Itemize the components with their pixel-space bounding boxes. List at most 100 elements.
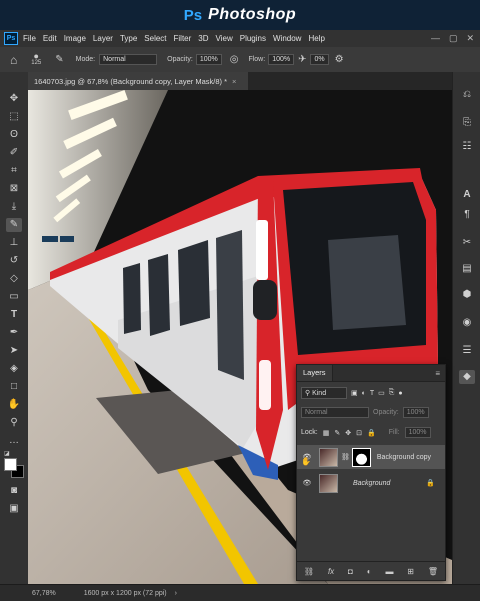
menu-3d[interactable]: 3D — [198, 34, 208, 43]
lock-transparent-icon[interactable]: ▦ — [323, 429, 330, 437]
delete-layer-trash-icon[interactable]: 🗑 — [428, 567, 438, 576]
more-tools-icon[interactable]: … — [6, 434, 22, 448]
character-panel-icon[interactable]: A — [459, 188, 475, 202]
settings-gear-icon[interactable]: ⚙ — [335, 54, 344, 65]
filter-adjustment-icon[interactable]: ◐ — [362, 390, 366, 397]
new-layer-icon[interactable]: ⊞ — [407, 567, 414, 576]
screen-mode-icon[interactable]: ▣ — [6, 502, 22, 516]
lock-artboard-icon[interactable]: ⊡ — [356, 429, 362, 437]
pressure-opacity-icon[interactable]: ◎ — [230, 54, 239, 65]
blend-mode-select[interactable]: Normal — [301, 407, 369, 418]
layer-row-background-copy[interactable]: 👁 ✋ ⛓ Background copy — [297, 445, 445, 469]
fx-icon[interactable]: fx — [328, 567, 334, 576]
move-tool-icon[interactable]: ✥ — [6, 92, 22, 106]
filter-smart-object-icon[interactable]: ⎘ — [389, 389, 395, 397]
status-arrow-icon[interactable]: › — [175, 590, 177, 597]
menu-plugins[interactable]: Plugins — [240, 34, 266, 43]
lock-label: Lock: — [301, 429, 318, 436]
layer-name: Background copy — [376, 453, 431, 461]
channels-panel-icon[interactable]: ◉ — [459, 316, 475, 330]
brush-cursor-icon: ✋ — [301, 457, 311, 466]
minimize-button[interactable]: — — [431, 33, 440, 44]
layer-lock-icon: 🔒 — [426, 480, 435, 487]
new-adjustment-icon[interactable]: ◐ — [367, 567, 372, 576]
gradient-tool-icon[interactable]: ▭ — [6, 290, 22, 304]
properties-panel-icon[interactable]: ☷ — [459, 140, 475, 154]
close-button[interactable]: ✕ — [466, 33, 474, 44]
smoothing-field[interactable]: 0% — [310, 54, 329, 65]
pen-tool-icon[interactable]: ✒ — [6, 326, 22, 340]
path-selection-tool-icon[interactable]: ➤ — [6, 344, 22, 358]
menu-select[interactable]: Select — [144, 34, 166, 43]
marquee-tool-icon[interactable]: ⬚ — [6, 110, 22, 124]
brush-tool-icon[interactable]: ✎ — [6, 218, 22, 232]
menu-type[interactable]: Type — [120, 34, 137, 43]
filter-shape-icon[interactable]: ▭ — [378, 389, 385, 397]
mode-select[interactable]: Normal — [99, 54, 158, 65]
menu-edit[interactable]: Edit — [43, 34, 57, 43]
foreground-color-swatch[interactable] — [4, 458, 17, 471]
zoom-tool-icon[interactable]: ⚲ — [6, 416, 22, 430]
history-brush-tool-icon[interactable]: ↺ — [6, 254, 22, 268]
document-tab[interactable]: 1640703.jpg @ 67,8% (Background copy, La… — [28, 72, 248, 90]
maximize-button[interactable]: ▢ — [449, 33, 458, 44]
libraries-panel-icon[interactable]: ☰ — [459, 344, 475, 358]
crop-tool-icon[interactable]: ⌗ — [6, 164, 22, 178]
lock-all-icon[interactable]: 🔒 — [367, 429, 376, 437]
brush-settings-icon[interactable]: ✎ — [55, 54, 63, 65]
panel-menu-icon[interactable]: ≡ — [435, 369, 440, 378]
swatches-panel-icon[interactable]: ▤ — [459, 262, 475, 276]
airbrush-icon[interactable]: ✈ — [298, 54, 306, 65]
mask-link-icon[interactable]: ⛓ — [341, 453, 350, 461]
document-tab-close-icon[interactable]: × — [232, 77, 236, 86]
link-layers-icon[interactable]: ⛓ — [304, 567, 314, 576]
clone-stamp-tool-icon[interactable]: ⊥ — [6, 236, 22, 250]
menu-filter[interactable]: Filter — [174, 34, 192, 43]
fill-field[interactable]: 100% — [404, 427, 431, 438]
lock-image-icon[interactable]: ✎ — [334, 429, 340, 437]
tools-preset-icon[interactable]: ✂ — [459, 236, 475, 250]
lock-position-icon[interactable]: ✥ — [345, 429, 351, 437]
rectangle-tool-icon[interactable]: □ — [6, 380, 22, 394]
layers-tab[interactable]: Layers — [297, 365, 333, 381]
visibility-eye-icon[interactable]: 👁 — [299, 479, 315, 487]
quick-select-tool-icon[interactable]: ✐ — [6, 146, 22, 160]
frame-tool-icon[interactable]: ⊠ — [6, 182, 22, 196]
lasso-tool-icon[interactable]: ʘ — [6, 128, 22, 142]
menu-image[interactable]: Image — [64, 34, 86, 43]
eraser-tool-icon[interactable]: ◇ — [6, 272, 22, 286]
layer-row-background[interactable]: 👁 Background 🔒 — [297, 471, 445, 495]
add-mask-icon[interactable]: ◘ — [348, 567, 353, 576]
type-tool-icon[interactable]: T — [6, 308, 22, 322]
zoom-level[interactable]: 67,78% — [32, 590, 56, 597]
app-logo-icon[interactable]: Ps — [4, 32, 18, 45]
layer-mask-thumbnail[interactable] — [351, 447, 371, 467]
layer-filter-row: ⚲ Kind ▣ ◐ T ▭ ⎘ ● — [301, 387, 403, 399]
filter-toggle-icon[interactable]: ● — [398, 390, 402, 397]
paint-bucket-tool-icon[interactable]: ◈ — [6, 362, 22, 376]
paragraph-panel-icon[interactable]: ¶ — [459, 208, 475, 222]
menu-view[interactable]: View — [216, 34, 233, 43]
layer-filter-select[interactable]: ⚲ Kind — [301, 387, 347, 399]
home-icon[interactable]: ⌂ — [10, 53, 17, 67]
adjustments-panel-icon[interactable]: ⎘ — [459, 116, 475, 130]
history-panel-icon[interactable]: ⎌ — [459, 88, 475, 102]
flow-field[interactable]: 100% — [268, 54, 295, 65]
hand-tool-icon[interactable]: ✋ — [6, 398, 22, 412]
layer-opacity-field[interactable]: 100% — [402, 407, 429, 418]
menu-window[interactable]: Window — [273, 34, 301, 43]
layers-panel-header: Layers ≡ — [297, 365, 445, 382]
new-group-folder-icon[interactable]: ▬ — [385, 567, 393, 576]
brush-preset-icon[interactable]: ● 125 — [31, 51, 41, 67]
3d-panel-icon[interactable]: ⬢ — [459, 288, 475, 302]
filter-pixel-icon[interactable]: ▣ — [351, 389, 358, 397]
filter-type-icon[interactable]: T — [370, 390, 374, 397]
menu-file[interactable]: File — [23, 34, 36, 43]
quick-mask-icon[interactable]: ◙ — [6, 484, 22, 498]
menu-help[interactable]: Help — [308, 34, 324, 43]
menu-layer[interactable]: Layer — [93, 34, 113, 43]
default-colors-icon[interactable]: ◪ — [4, 450, 10, 457]
layers-panel-icon[interactable]: ◆ — [459, 370, 475, 384]
opacity-field[interactable]: 100% — [195, 54, 222, 65]
eyedropper-tool-icon[interactable]: ⤓ — [6, 200, 22, 214]
